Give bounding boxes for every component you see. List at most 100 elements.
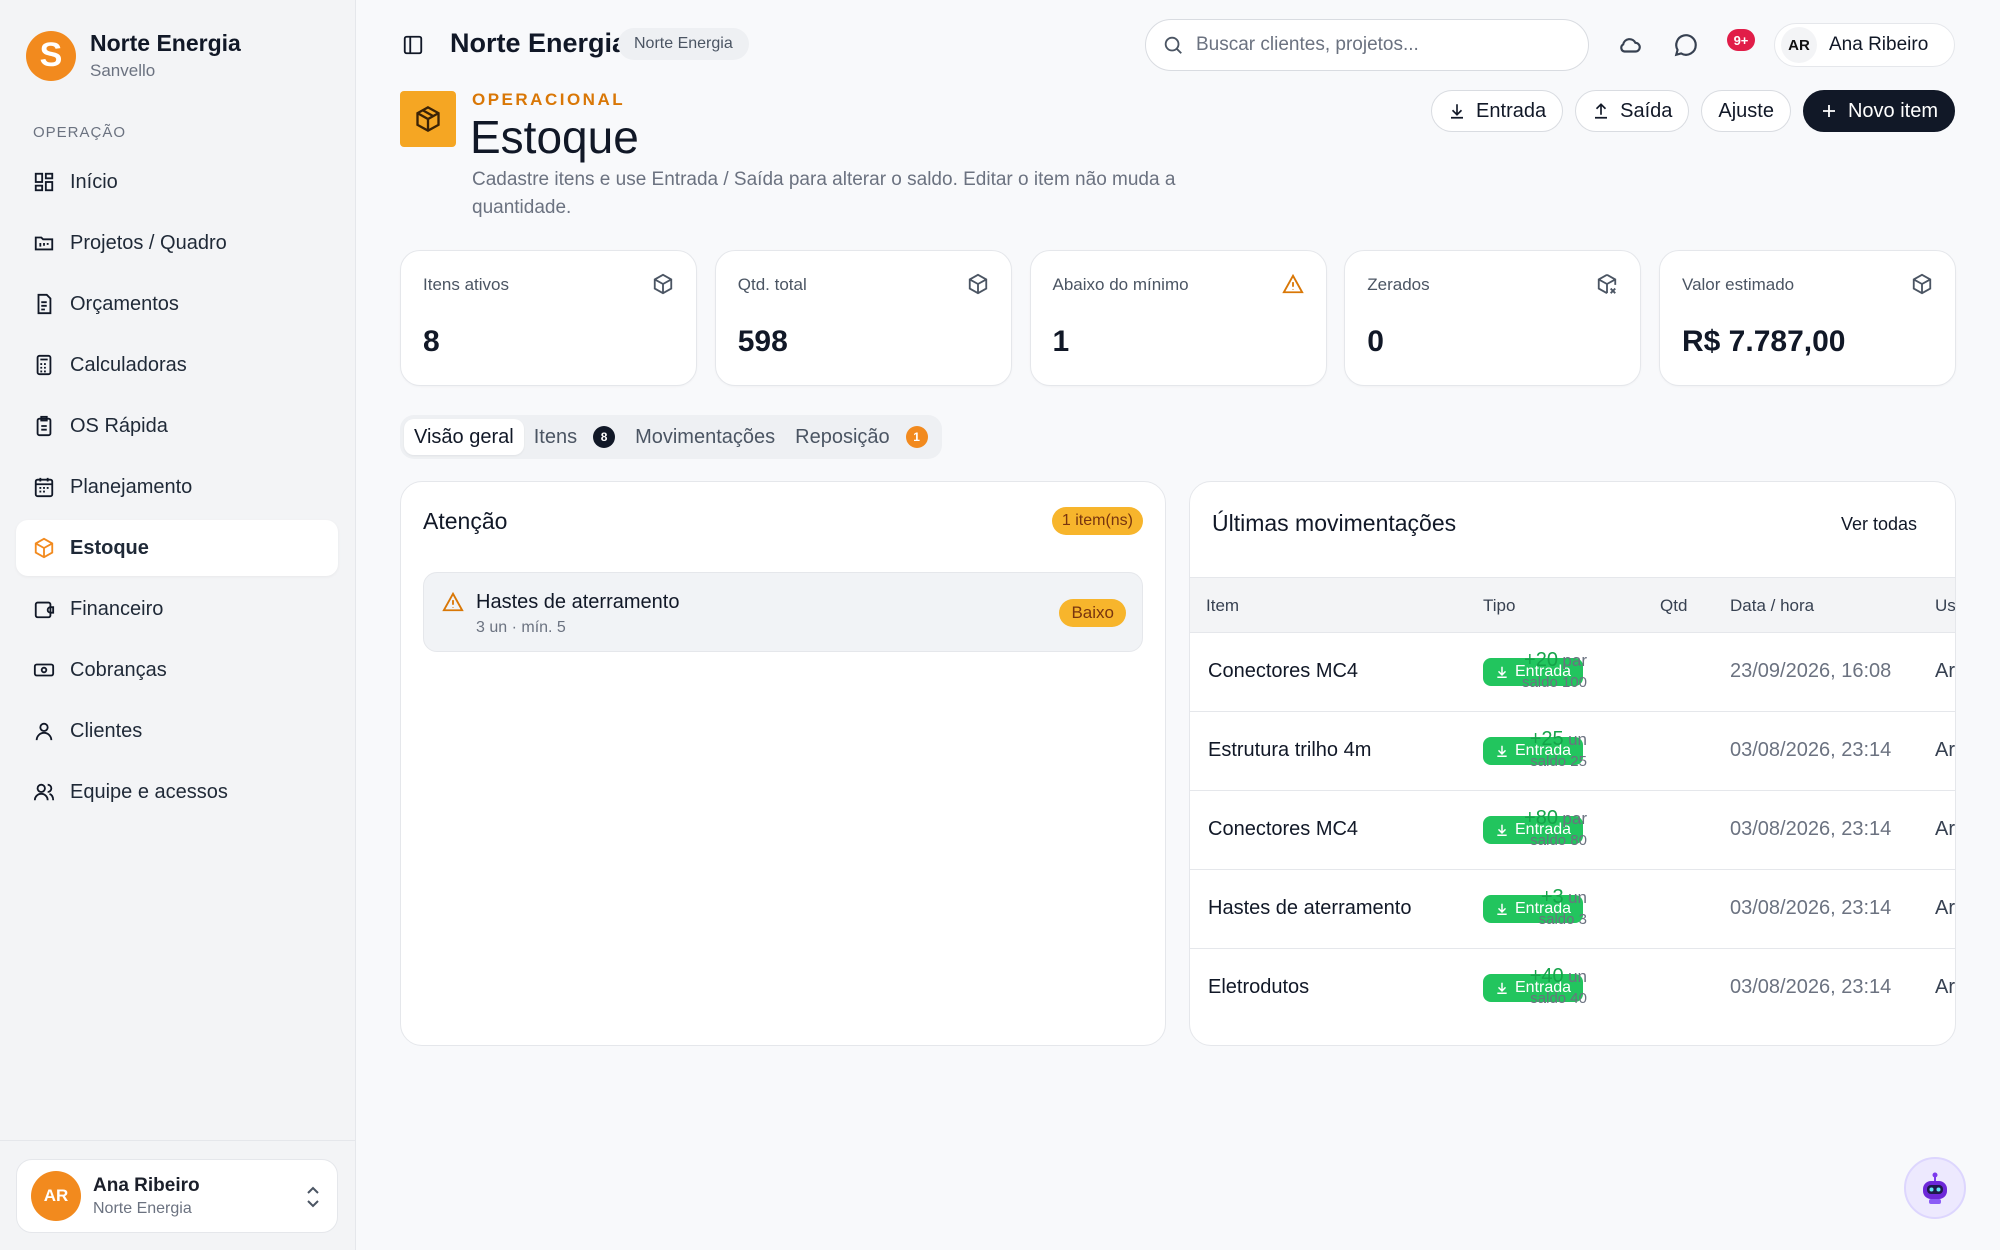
page-description: Cadastre itens e use Entrada / Saída par… — [472, 169, 1176, 218]
plus-icon — [1822, 105, 1835, 117]
tab-count-badge: 1 — [905, 426, 928, 448]
download-icon — [1451, 104, 1464, 119]
page-box-icon — [400, 91, 456, 147]
sidebar-item-estoque[interactable]: Estoque — [16, 520, 338, 576]
assistant-bot-button[interactable] — [1904, 1157, 1966, 1219]
download-icon — [1497, 982, 1507, 994]
sidebar-item-label: Estoque — [70, 536, 149, 559]
sidebar-item-equipe[interactable]: Equipe e acessos — [16, 764, 338, 820]
grid-icon — [33, 171, 55, 193]
ajuste-button[interactable]: Ajuste — [1701, 90, 1791, 132]
cell-user: Ar — [1935, 818, 1955, 840]
user-menu[interactable]: AR Ana Ribeiro Norte Energia — [16, 1159, 338, 1233]
sidebar-item-cobrancas[interactable]: Cobranças — [16, 642, 338, 698]
qtd-saldo: saldo 80 — [1530, 832, 1587, 849]
cell-qtd: +40 un saldo 40 — [1530, 965, 1587, 1007]
sidebar-item-inicio[interactable]: Início — [16, 154, 338, 210]
column-header-data: Data / hora — [1730, 596, 1815, 615]
cell-item: Conectores MC4 — [1208, 818, 1359, 840]
notification-badge[interactable]: 9+ — [1727, 29, 1755, 51]
kpi-card-abaixo-minimo: Abaixo do mínimo 1 — [1029, 250, 1327, 386]
kpi-value: 8 — [423, 325, 440, 358]
qtd-saldo: saldo 25 — [1530, 753, 1587, 770]
chevron-up-down-icon — [307, 1186, 319, 1208]
chat-icon[interactable] — [1673, 32, 1699, 58]
sidebar-item-label: Planejamento — [70, 475, 193, 498]
wallet-icon — [33, 598, 55, 620]
kpi-row: Itens ativos 8 Qtd. total 598 Abaixo do … — [400, 250, 1956, 386]
kpi-card-zerados: Zerados 0 — [1344, 250, 1642, 386]
banknote-icon — [33, 659, 55, 681]
tab-itens[interactable]: Itens 8 — [524, 419, 625, 455]
topbar-user-menu[interactable]: AR Ana Ribeiro — [1774, 23, 1955, 67]
table-row[interactable]: Eletrodutos Entrada +40 un saldo 40 03/08… — [1190, 949, 1955, 1028]
kpi-value: 0 — [1367, 325, 1384, 358]
user-name: Ana Ribeiro — [93, 1174, 200, 1196]
cell-date: 03/08/2026, 23:14 — [1730, 976, 1892, 998]
avatar: AR — [31, 1171, 81, 1221]
cell-user: Ar — [1935, 739, 1955, 761]
qtd-unit: un — [1568, 888, 1587, 907]
tab-visao-geral[interactable]: Visão geral — [404, 419, 524, 455]
nav-section-label: OPERAÇÃO — [33, 124, 127, 141]
sidebar-item-calculadoras[interactable]: Calculadoras — [16, 337, 338, 393]
sidebar-toggle-icon[interactable] — [402, 34, 424, 56]
sidebar-item-financeiro[interactable]: Financeiro — [16, 581, 338, 637]
kanban-icon — [33, 232, 55, 254]
page-actions: Entrada Saída Ajuste Novo item — [1419, 90, 1955, 132]
qtd-unit: par — [1562, 651, 1587, 670]
warning-icon — [1281, 273, 1304, 294]
tab-movimentacoes[interactable]: Movimentações — [625, 419, 785, 455]
search-bar[interactable] — [1145, 19, 1589, 71]
search-input[interactable] — [1196, 34, 1556, 56]
tab-label: Movimentações — [635, 425, 776, 448]
sidebar-item-projetos[interactable]: Projetos / Quadro — [16, 215, 338, 271]
table-row[interactable]: Conectores MC4 Entrada +80 par saldo 80 0… — [1190, 791, 1955, 870]
table-row[interactable]: Conectores MC4 Entrada +20 par saldo 100 … — [1190, 633, 1955, 712]
table-row[interactable]: Hastes de aterramento Entrada +3 un saldo… — [1190, 870, 1955, 949]
sidebar-item-orcamentos[interactable]: Orçamentos — [16, 276, 338, 332]
entrada-label: Entrada — [1476, 99, 1547, 122]
download-icon — [1497, 824, 1507, 836]
saida-button[interactable]: Saída — [1575, 90, 1690, 132]
cell-item: Eletrodutos — [1208, 976, 1310, 998]
page-eyebrow: OPERACIONAL — [472, 90, 626, 109]
sidebar-item-label: Calculadoras — [70, 353, 187, 376]
sidebar-item-label: OS Rápida — [70, 414, 168, 437]
sidebar-item-os-rapida[interactable]: OS Rápida — [16, 398, 338, 454]
kpi-card-qtd-total: Qtd. total 598 — [714, 250, 1012, 386]
column-header-tipo: Tipo — [1483, 596, 1516, 615]
cloud-icon[interactable] — [1617, 32, 1643, 58]
entrada-button[interactable]: Entrada — [1431, 90, 1564, 132]
alert-item[interactable]: Hastes de aterramento 3 un · mín. 5 Baix… — [423, 572, 1143, 652]
tab-label: Visão geral — [414, 425, 514, 448]
kpi-value: R$ 7.787,00 — [1682, 325, 1846, 358]
brand[interactable]: S Norte Energia Sanvello — [26, 30, 241, 81]
calendar-icon — [33, 476, 55, 498]
movements-table: Item Tipo Qtd Data / hora Us Conectores … — [1190, 577, 1955, 1028]
cell-item: Conectores MC4 — [1208, 660, 1359, 682]
tab-label: Reposição — [795, 425, 890, 448]
cell-user: Ar — [1935, 897, 1955, 919]
tab-reposicao[interactable]: Reposição 1 — [785, 419, 938, 455]
search-icon — [1164, 36, 1182, 54]
kpi-card-itens-ativos: Itens ativos 8 — [400, 250, 697, 386]
novo-item-label: Novo item — [1847, 99, 1938, 122]
tab-bar: Visão geral Itens 8 Movimentações Reposiç… — [400, 415, 942, 459]
movements-panel: Últimas movimentações Ver todas Item Tip… — [1189, 481, 1956, 1046]
sidebar-item-clientes[interactable]: Clientes — [16, 703, 338, 759]
novo-item-button[interactable]: Novo item — [1802, 90, 1955, 132]
sidebar-item-planejamento[interactable]: Planejamento — [16, 459, 338, 515]
column-header-item: Item — [1206, 596, 1240, 615]
qtd-unit: par — [1562, 809, 1587, 828]
user-icon — [33, 720, 55, 742]
table-row[interactable]: Estrutura trilho 4m Entrada +25 un saldo … — [1190, 712, 1955, 791]
cell-date: 23/09/2026, 16:08 — [1730, 660, 1892, 682]
attention-title: Atenção — [423, 508, 508, 534]
box-icon — [968, 273, 987, 295]
see-all-link[interactable]: Ver todas — [1841, 514, 1917, 535]
avatar: AR — [1781, 27, 1817, 63]
sidebar-item-label: Cobranças — [70, 658, 167, 681]
cell-qtd: +25 un saldo 25 — [1530, 728, 1587, 770]
cell-date: 03/08/2026, 23:14 — [1730, 897, 1892, 919]
